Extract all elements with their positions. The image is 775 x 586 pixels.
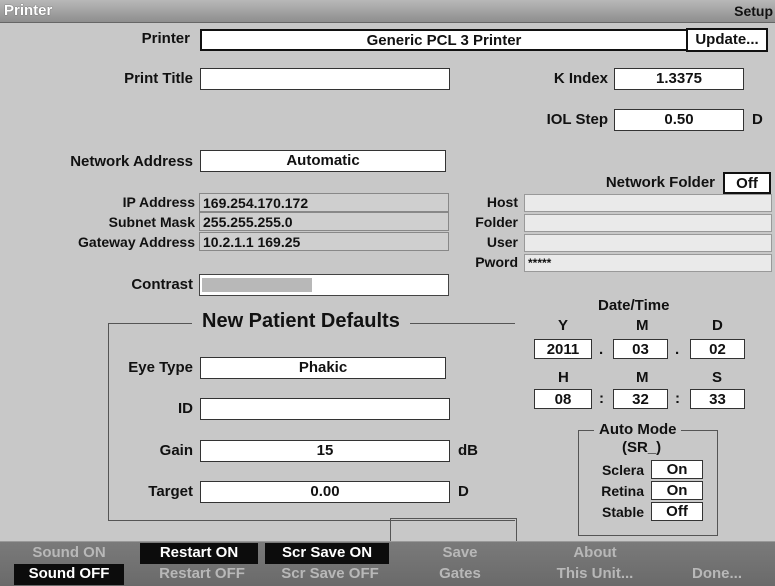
auto-mode-title: Auto Mode [594,421,682,438]
hour-header: H [558,369,569,386]
retina-toggle[interactable]: On [651,481,703,500]
id-input[interactable] [200,398,450,420]
stable-toggle[interactable]: Off [651,502,703,521]
auto-mode-subtitle: (SR_) [622,439,662,456]
minute-input[interactable]: 32 [613,389,668,409]
date-time-title: Date/Time [598,297,670,314]
day-header: D [712,317,723,334]
restart-off-button[interactable]: Restart OFF [140,564,264,585]
folder-label: Folder [475,214,518,230]
target-input[interactable]: 0.00 [200,481,450,503]
target-unit: D [458,483,469,500]
contrast-slider[interactable] [199,274,449,296]
year-header: Y [558,317,569,334]
user-label: User [486,234,518,250]
sound-off-button[interactable]: Sound OFF [14,564,124,585]
save-gates-label-top[interactable]: Save [420,543,500,564]
eye-type-select[interactable]: Phakic [200,357,446,379]
title-bar: Printer Setup [0,0,775,23]
minute-header: M [636,369,649,386]
retina-label: Retina [601,483,644,499]
network-folder-toggle[interactable]: Off [723,172,771,194]
ip-address-value: 169.254.170.172 [199,193,449,212]
defaults-group-corner [390,518,517,541]
iol-step-input[interactable]: 0.50 [614,109,744,131]
network-address-label: Network Address [70,153,193,170]
restart-on-button[interactable]: Restart ON [140,543,258,564]
network-folder-label: Network Folder [605,174,715,191]
print-title-label: Print Title [124,70,193,87]
sound-on-button[interactable]: Sound ON [14,543,124,564]
about-unit-button[interactable]: This Unit... [530,564,660,585]
printer-select[interactable]: Generic PCL 3 Printer [200,29,688,51]
date-separator-2: . [675,341,680,358]
host-input[interactable] [524,194,772,212]
print-title-input[interactable] [200,68,450,90]
pword-input[interactable]: ***** [524,254,772,272]
iol-step-label: IOL Step [546,111,608,128]
gateway-address-value: 10.2.1.1 169.25 [199,232,449,251]
stable-label: Stable [601,504,644,520]
id-label: ID [178,400,193,417]
month-header: M [636,317,649,334]
subnet-mask-value: 255.255.255.0 [199,212,449,231]
about-label-top[interactable]: About [540,543,650,564]
scr-save-on-button[interactable]: Scr Save ON [265,543,389,564]
user-input[interactable] [524,234,772,252]
section-label: Setup [734,3,773,19]
network-address-select[interactable]: Automatic [200,150,446,172]
month-input[interactable]: 03 [613,339,668,359]
update-button[interactable]: Update... [686,28,768,52]
scr-save-off-button[interactable]: Scr Save OFF [265,564,395,585]
second-input[interactable]: 33 [690,389,745,409]
time-separator-2: : [675,390,680,407]
printer-label: Printer [141,30,190,47]
time-separator-1: : [599,390,604,407]
subnet-mask-label: Subnet Mask [108,214,195,230]
year-input[interactable]: 2011 [534,339,592,359]
second-header: S [712,369,723,386]
pword-label: Pword [475,254,518,270]
hour-input[interactable]: 08 [534,389,592,409]
window-title: Printer [4,2,53,19]
folder-input[interactable] [524,214,772,232]
contrast-label: Contrast [131,276,193,293]
eye-type-label: Eye Type [128,359,193,376]
iol-step-unit: D [752,111,763,128]
done-button[interactable]: Done... [672,564,762,585]
k-index-label: K Index [553,70,608,87]
save-gates-button[interactable]: Gates [420,564,500,585]
day-input[interactable]: 02 [690,339,745,359]
sclera-label: Sclera [601,462,644,478]
gain-unit: dB [458,442,478,459]
gain-input[interactable]: 15 [200,440,450,462]
date-separator-1: . [599,341,604,358]
gain-label: Gain [159,442,193,459]
contrast-level-fill [202,278,312,292]
gateway-address-label: Gateway Address [78,234,195,250]
new-patient-defaults-title: New Patient Defaults [192,310,410,333]
ip-address-label: IP Address [122,194,195,210]
host-label: Host [486,194,518,210]
k-index-input[interactable]: 1.3375 [614,68,744,90]
target-label: Target [148,483,193,500]
sclera-toggle[interactable]: On [651,460,703,479]
